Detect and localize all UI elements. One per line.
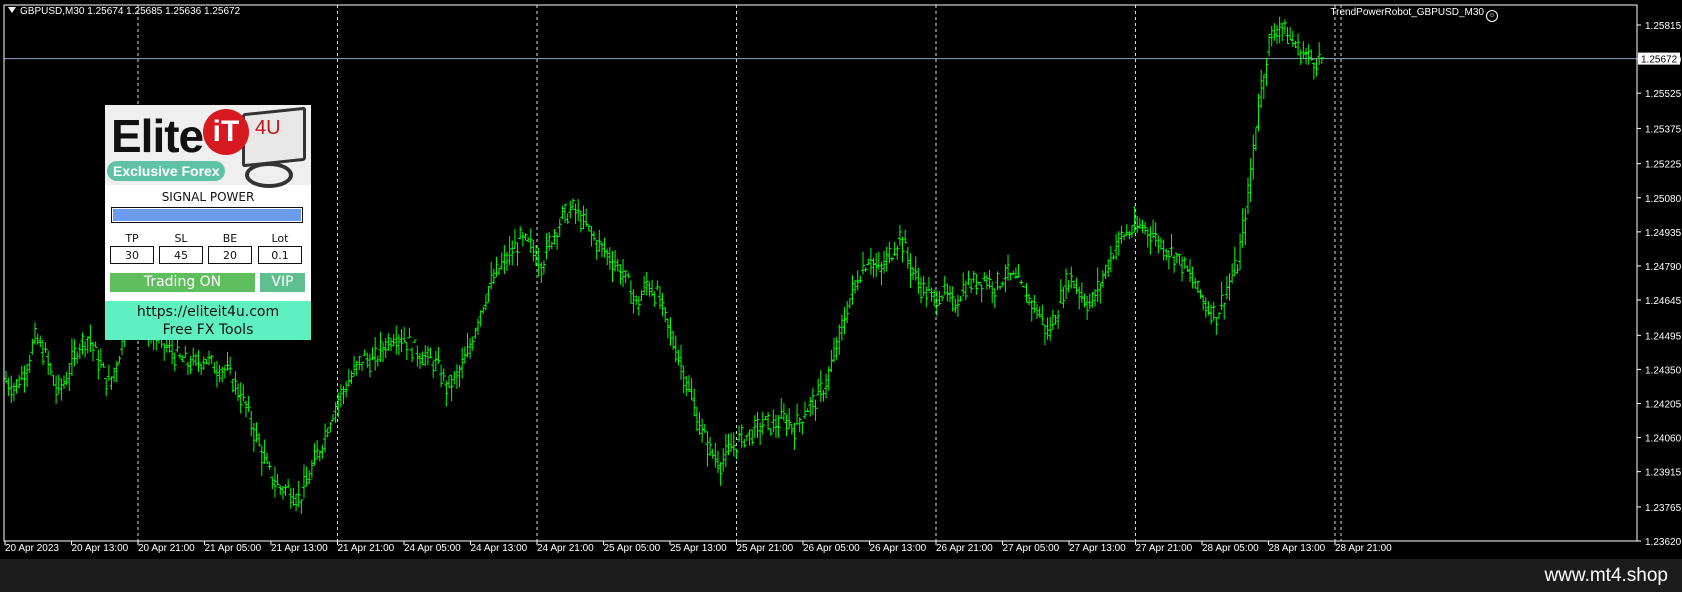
signal-panel: Elite iT 4U Exclusive Forex SIGNAL POWER…	[105, 105, 311, 340]
x-tick-label: 20 Apr 13:00	[72, 543, 129, 554]
x-tick-label: 24 Apr 05:00	[404, 543, 461, 554]
be-field[interactable]: 20	[208, 246, 252, 264]
tp-field[interactable]: 30	[110, 246, 154, 264]
x-tick-label: 28 Apr 13:00	[1269, 543, 1326, 554]
signal-power-bar	[111, 207, 303, 223]
sl-label: SL	[174, 232, 188, 245]
be-label: BE	[222, 232, 238, 245]
x-tick-label: 21 Apr 05:00	[205, 543, 262, 554]
y-tick-label: 1.25525	[1645, 89, 1682, 100]
logo-4u-text: 4U	[255, 117, 281, 139]
symbol-title: GBPUSD,M30 1.25674 1.25685 1.25636 1.256…	[8, 6, 240, 17]
x-tick-label: 26 Apr 21:00	[936, 543, 993, 554]
y-tick-label: 1.23620	[1645, 537, 1682, 548]
footer-brand: www.mt4.shop	[1544, 565, 1668, 586]
trading-on-button[interactable]: Trading ON	[110, 273, 255, 292]
tp-label: TP	[125, 232, 139, 245]
y-tick-label: 1.25815	[1645, 21, 1682, 32]
current-price-label: 1.25672	[1641, 55, 1678, 66]
x-tick-label: 26 Apr 05:00	[803, 543, 860, 554]
x-tick-label: 25 Apr 21:00	[737, 543, 794, 554]
x-tick-label: 27 Apr 05:00	[1003, 543, 1060, 554]
y-tick-label: 1.24645	[1645, 296, 1682, 307]
x-tick-label: 27 Apr 13:00	[1069, 543, 1126, 554]
y-tick-label: 1.24060	[1645, 434, 1682, 445]
y-tick-label: 1.23765	[1645, 503, 1682, 514]
signal-power-fill	[113, 209, 301, 221]
sl-field[interactable]: 45	[159, 246, 203, 264]
lot-field[interactable]: 0.1	[258, 246, 302, 264]
website-link-box[interactable]: https://eliteit4u.com Free FX Tools	[105, 301, 311, 340]
logo-elite-text: Elite	[111, 110, 204, 162]
x-tick-label: 25 Apr 05:00	[604, 543, 661, 554]
smiley-icon: ☺	[1486, 10, 1498, 22]
website-url[interactable]: https://eliteit4u.com	[105, 303, 311, 321]
y-tick-label: 1.24790	[1645, 262, 1682, 273]
free-fx-tools-text: Free FX Tools	[162, 322, 254, 338]
x-tick-label: 27 Apr 21:00	[1136, 543, 1193, 554]
x-tick-label: 20 Apr 2023	[5, 543, 59, 554]
vip-button[interactable]: VIP	[260, 273, 305, 292]
y-tick-label: 1.24495	[1645, 331, 1682, 342]
logo-it-badge: iT	[203, 109, 249, 155]
x-tick-label: 28 Apr 05:00	[1202, 543, 1259, 554]
symbol-ohlc-text: GBPUSD,M30 1.25674 1.25685 1.25636 1.256…	[20, 6, 241, 17]
y-tick-label: 1.25080	[1645, 194, 1682, 205]
x-tick-label: 21 Apr 13:00	[271, 543, 328, 554]
x-tick-label: 28 Apr 21:00	[1335, 543, 1392, 554]
y-tick-label: 1.25375	[1645, 124, 1682, 135]
y-tick-label: 1.25225	[1645, 160, 1682, 171]
x-tick-label: 21 Apr 21:00	[338, 543, 395, 554]
elite-logo: Elite iT 4U Exclusive Forex	[105, 105, 311, 188]
collapse-triangle-icon[interactable]	[8, 7, 16, 13]
footer-bar: www.mt4.shop	[0, 559, 1682, 592]
ea-name-label: TrendPowerRobot_GBPUSD_M30 ☺	[1330, 7, 1498, 22]
y-tick-label: 1.24205	[1645, 399, 1682, 410]
lot-label: Lot	[271, 232, 289, 245]
x-tick-label: 25 Apr 13:00	[670, 543, 727, 554]
y-tick-label: 1.24350	[1645, 365, 1682, 376]
x-tick-label: 24 Apr 21:00	[537, 543, 594, 554]
x-tick-label: 26 Apr 13:00	[870, 543, 927, 554]
logo-tagline: Exclusive Forex	[107, 161, 225, 181]
monitor-stand-icon	[245, 162, 293, 188]
y-tick-label: 1.23915	[1645, 468, 1682, 479]
x-tick-label: 24 Apr 13:00	[471, 543, 528, 554]
x-tick-label: 20 Apr 21:00	[138, 543, 195, 554]
signal-power-label: SIGNAL POWER	[161, 190, 255, 204]
y-tick-label: 1.24935	[1645, 228, 1682, 239]
ea-name-text: TrendPowerRobot_GBPUSD_M30	[1330, 7, 1484, 18]
